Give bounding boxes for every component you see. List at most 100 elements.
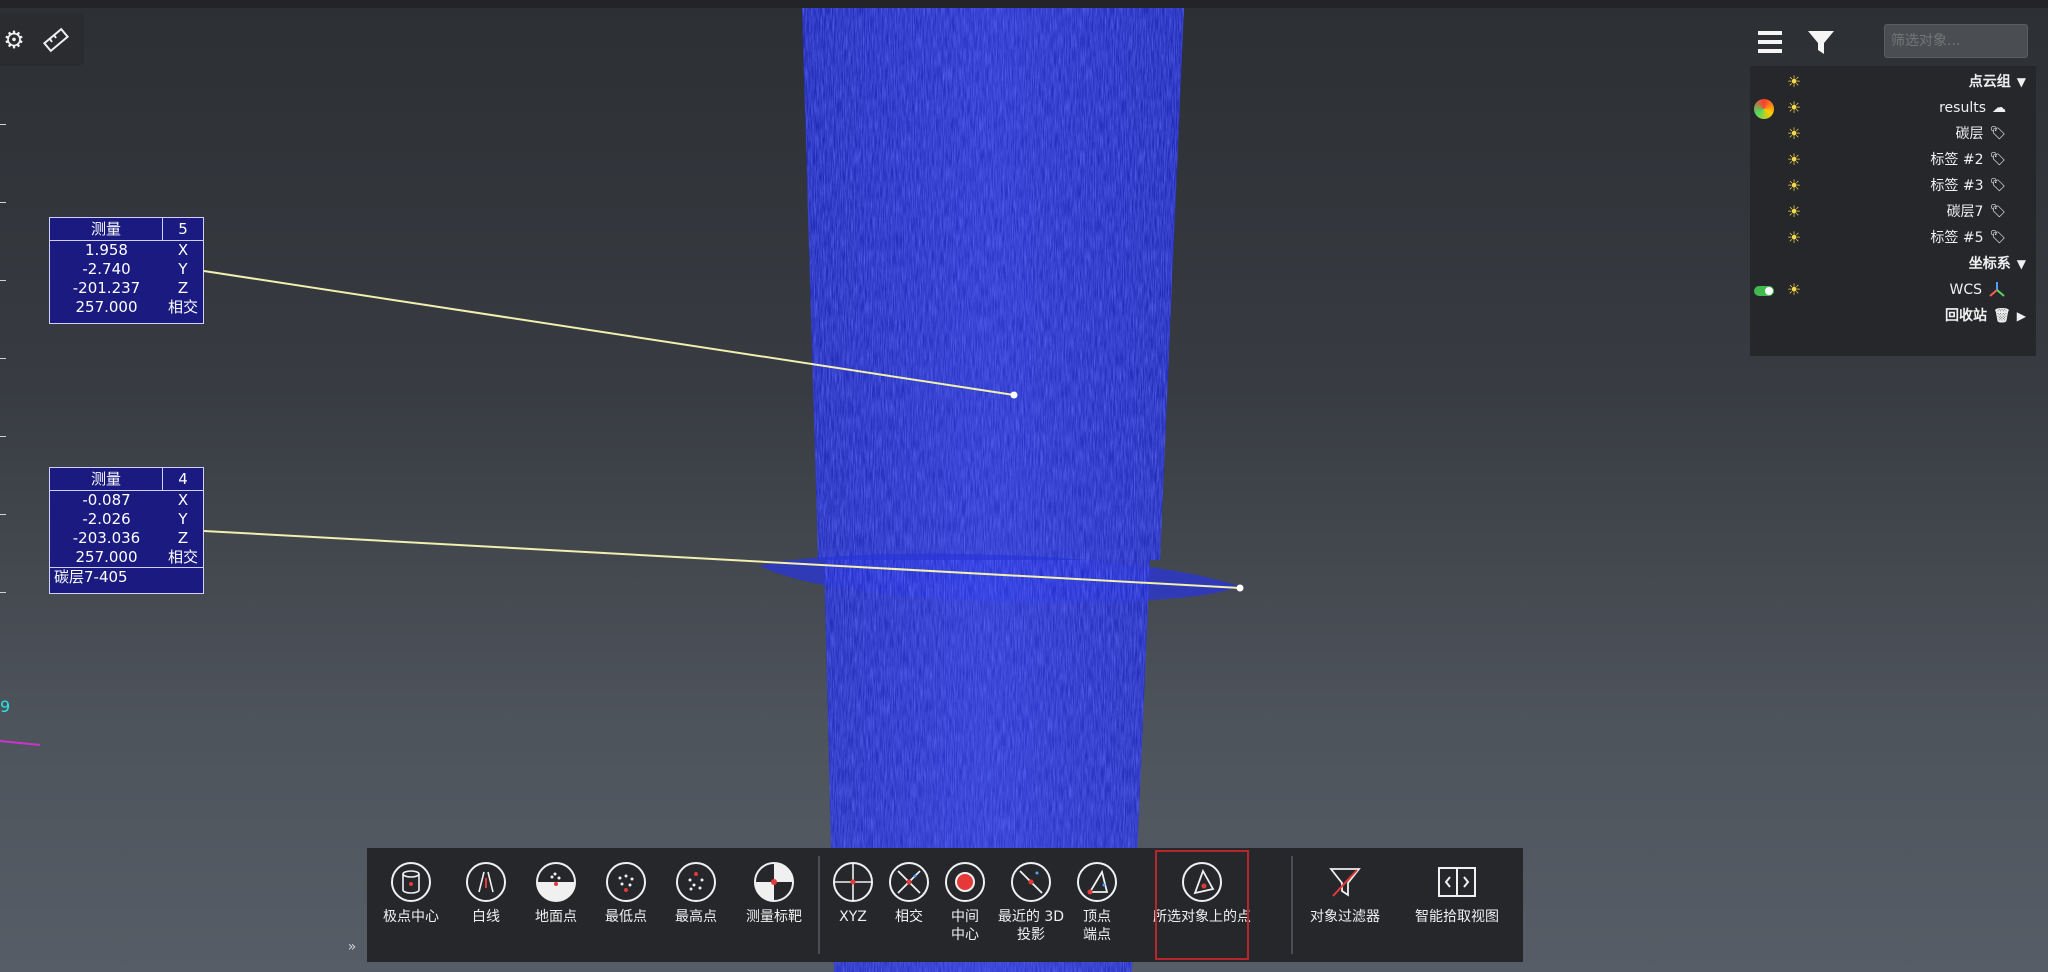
tree-item-label: 碳层 (1955, 126, 1984, 142)
ruler-tick (0, 592, 6, 593)
button-label: 相交 (895, 909, 923, 925)
points-on-selected-object-button[interactable]: 所选对象上的点 (1153, 848, 1251, 962)
intersect-button[interactable]: 相交 (881, 848, 937, 962)
ruler-tick (0, 358, 6, 359)
midpoint-icon (945, 862, 985, 902)
chevron-right-icon[interactable]: ▶ (2017, 304, 2026, 328)
button-label: 测量标靶 (746, 909, 802, 925)
road-line-icon (466, 862, 506, 902)
ruler-tick (0, 514, 6, 515)
toolbar-separator (818, 856, 820, 954)
visibility-sun-icon[interactable]: ☀ (1786, 100, 1802, 116)
color-ramp-icon[interactable] (1754, 99, 1774, 119)
point-cloud-viewport[interactable]: 9 (0, 0, 2048, 972)
x-value: 1.958 (85, 241, 128, 259)
measurement-title: 测量 (90, 470, 121, 488)
tree-item-tag[interactable]: 碳层 🏷 (1955, 122, 2006, 146)
group-label: 坐标系 (1968, 256, 2011, 272)
intersect-value: 257.000 (75, 298, 138, 316)
crosshair-icon (833, 862, 873, 902)
tree-item-tag[interactable]: 标签 #5 🏷 (1930, 226, 2006, 250)
measure-point-5 (1010, 391, 1018, 399)
triangle-point-icon (1182, 862, 1222, 902)
measure-target-button[interactable]: 测量标靶 (731, 848, 817, 962)
z-key: Z (177, 529, 189, 547)
button-label: 地面点 (535, 909, 577, 925)
lowest-point-button[interactable]: 最低点 (591, 848, 661, 962)
visibility-sun-icon[interactable]: ☀ (1786, 152, 1802, 168)
tree-item-label: 碳层7 (1946, 204, 1984, 220)
intersect-key: 相交 (167, 298, 198, 316)
tree-item-tag[interactable]: 标签 #3 🏷 (1930, 174, 2006, 198)
menu-icon[interactable] (1756, 28, 1784, 63)
x-key: X (177, 241, 189, 259)
tree-group-recycle-bin[interactable]: 回收站 🗑 ▶ (1945, 304, 2026, 328)
toggle-switch[interactable] (1754, 286, 1774, 296)
tree-item-label: 标签 #2 (1930, 152, 1984, 168)
tree-item-label: 标签 #3 (1930, 178, 1984, 194)
intersect-value: 257.000 (75, 548, 138, 566)
button-label: 对象过滤器 (1310, 909, 1380, 925)
tree-group-point-cloud[interactable]: 点云组 ▼ (1969, 70, 2026, 94)
tree-item-wcs[interactable]: WCS (1949, 278, 2006, 302)
toolbar-separator (1291, 856, 1293, 954)
measurement-label-5[interactable]: 测量 5 1.958 X -2.740 Y -201.237 Z 257.000 相交 (49, 217, 204, 324)
tag-icon: 🏷 (1989, 204, 2006, 219)
button-label: 白线 (472, 909, 500, 925)
measurement-footer: 碳层7-405 (50, 567, 203, 587)
view-tools: ⚙ (0, 14, 84, 66)
target-icon (754, 862, 794, 902)
measurement-label-4[interactable]: 测量 4 -0.087 X -2.026 Y -203.036 Z 257.000 相交… (49, 467, 204, 594)
group-label: 点云组 (1968, 74, 2011, 90)
ground-point-button[interactable]: 地面点 (521, 848, 591, 962)
visibility-sun-icon[interactable]: ☀ (1786, 74, 1802, 90)
tree-item-tag[interactable]: 碳层7 🏷 (1947, 200, 2006, 224)
chevron-down-icon[interactable]: ▼ (2017, 70, 2026, 94)
tree-item-results[interactable]: results ☁ (1939, 96, 2006, 120)
button-label: 最高点 (675, 909, 717, 925)
measurement-title: 测量 (90, 220, 121, 238)
visibility-sun-icon[interactable]: ☀ (1786, 282, 1802, 298)
tag-icon: 🏷 (1989, 152, 2006, 167)
xyz-button[interactable]: XYZ (825, 848, 881, 962)
measurement-id: 5 (162, 218, 203, 240)
tree-item-tag[interactable]: 标签 #2 🏷 (1930, 148, 2006, 172)
x-key: X (177, 491, 189, 509)
filter-icon[interactable] (1806, 28, 1836, 63)
axis-label-fragment: 9 (0, 697, 10, 716)
group-label: 回收站 (1944, 308, 1987, 324)
button-label: 极点中心 (383, 909, 439, 925)
ground-point-icon (536, 862, 576, 902)
button-label: 中间 中心 (951, 909, 979, 943)
pole-center-button[interactable]: 极点中心 (371, 848, 451, 962)
vertex-endpoint-button[interactable]: 顶点 端点 (1069, 848, 1125, 962)
white-line-button[interactable]: 白线 (451, 848, 521, 962)
nearest-3d-projection-button[interactable]: 最近的 3D 投影 (993, 848, 1069, 962)
collapse-toolbar-icon[interactable]: » (341, 936, 363, 958)
visibility-sun-icon[interactable]: ☀ (1786, 230, 1802, 246)
visibility-sun-icon[interactable]: ☀ (1786, 178, 1802, 194)
smart-pick-view-button[interactable]: 智能拾取视图 (1397, 848, 1517, 962)
nearest-icon (1011, 862, 1051, 902)
object-filter-button[interactable]: 对象过滤器 (1297, 848, 1393, 962)
chevron-down-icon[interactable]: ▼ (2017, 252, 2026, 276)
visibility-sun-icon[interactable]: ☀ (1786, 126, 1802, 142)
button-label: 最低点 (605, 909, 647, 925)
z-value: -203.036 (72, 529, 141, 547)
highest-point-button[interactable]: 最高点 (661, 848, 731, 962)
midpoint-button[interactable]: 中间 中心 (937, 848, 993, 962)
filter-off-icon (1325, 862, 1365, 902)
tag-icon: 🏷 (1989, 230, 2006, 245)
tree-item-label: results (1939, 100, 1986, 116)
tree-item-label: WCS (1949, 282, 1982, 298)
visibility-sun-icon[interactable]: ☀ (1786, 204, 1802, 220)
snap-toolbar: 极点中心 白线 地面点 最低点 最高点 测量标靶 XYZ 相交 中间 中心 最近… (367, 848, 1523, 962)
tree-group-coordinate-system[interactable]: 坐标系 ▼ (1969, 252, 2026, 276)
button-label: 顶点 端点 (1083, 909, 1111, 943)
split-view-icon (1437, 862, 1477, 902)
vertex-icon (1077, 862, 1117, 902)
tag-icon: 🏷 (1989, 126, 2006, 141)
tool-icon[interactable]: ⚙ (0, 26, 28, 54)
filter-objects-input[interactable] (1884, 24, 2028, 58)
ruler-icon[interactable] (42, 26, 70, 54)
